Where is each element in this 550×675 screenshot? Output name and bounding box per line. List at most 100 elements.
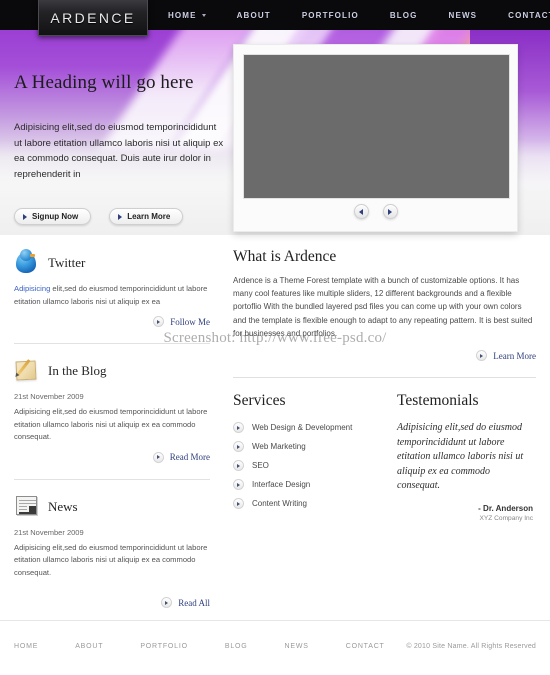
newspaper-icon <box>14 494 39 519</box>
logo-text: ARDENCE <box>50 9 136 26</box>
follow-me-link[interactable]: Follow Me <box>14 316 210 327</box>
blog-widget-header: In the Blog <box>14 356 210 386</box>
footer-link-blog[interactable]: BLOG <box>225 643 248 650</box>
service-item[interactable]: Web Design & Development <box>233 422 373 434</box>
blog-widget-title: In the Blog <box>48 363 107 378</box>
main-navigation: HOME ABOUT PORTFOLIO BLOG NEWS CONTACT <box>168 0 550 30</box>
nav-label-home: HOME <box>168 10 197 20</box>
chevron-down-icon <box>201 13 206 17</box>
arrow-right-icon <box>118 213 123 220</box>
news-widget-title: News <box>48 498 78 514</box>
slider-image-placeholder[interactable] <box>243 54 510 199</box>
arrow-left-icon <box>359 208 363 215</box>
slider-controls <box>234 204 517 219</box>
about-section: What is Ardence Ardence is a Theme Fores… <box>233 248 536 362</box>
blog-widget-date: 21st November 2009 <box>14 392 84 401</box>
divider <box>14 478 210 480</box>
service-item[interactable]: Web Marketing <box>233 441 373 453</box>
about-title: What is Ardence <box>233 248 337 265</box>
arrow-right-icon <box>233 422 244 434</box>
notepad-pencil-icon <box>14 358 39 384</box>
service-item-label: Interface Design <box>252 480 311 490</box>
twitter-inline-link[interactable]: Adipisicing <box>14 284 50 293</box>
sidebar-column: Twitter Adipisicing elit,sed do eiusmod … <box>14 248 210 618</box>
learn-more-label: Learn More <box>127 212 171 221</box>
signup-now-label: Signup Now <box>32 212 79 221</box>
testimonial-company: XYZ Company Inc <box>479 514 533 522</box>
arrow-right-icon <box>233 498 244 510</box>
service-item-label: Web Marketing <box>252 442 306 452</box>
twitter-widget-title: Twitter <box>48 255 86 270</box>
news-widget-header: News <box>14 492 210 522</box>
slider-next-button[interactable] <box>382 204 398 219</box>
about-learn-more-link[interactable]: Learn More <box>233 350 536 362</box>
arrow-right-icon <box>476 350 488 362</box>
news-read-all-link[interactable]: Read All <box>14 597 210 608</box>
blog-read-more-label: Read More <box>169 452 210 462</box>
hero-slider <box>233 44 518 232</box>
service-item[interactable]: Content Writing <box>233 498 373 510</box>
signup-now-button[interactable]: Signup Now <box>14 208 92 225</box>
footer-copyright: © 2010 Site Name. All Rights Reserved <box>406 643 536 650</box>
nav-item-news[interactable]: NEWS <box>449 11 478 20</box>
footer-navigation: HOME ABOUT PORTFOLIO BLOG NEWS CONTACT <box>14 643 422 650</box>
services-section: Services Web Design & Development Web Ma… <box>233 392 373 522</box>
nav-item-about[interactable]: ABOUT <box>237 11 271 20</box>
about-learn-more-label: Learn More <box>493 350 536 361</box>
nav-item-portfolio[interactable]: PORTFOLIO <box>302 11 359 20</box>
footer-link-portfolio[interactable]: PORTFOLIO <box>140 643 188 650</box>
arrow-right-icon <box>161 597 173 608</box>
arrow-right-icon <box>233 479 244 491</box>
site-logo[interactable]: ARDENCE <box>38 0 148 36</box>
testimonial-author: - Dr. Anderson <box>478 503 533 513</box>
testimonial-attribution: - Dr. Anderson XYZ Company Inc <box>397 504 533 522</box>
nav-item-blog[interactable]: BLOG <box>390 11 418 20</box>
nav-item-home[interactable]: HOME <box>168 11 206 20</box>
arrow-right-icon <box>233 460 244 472</box>
hero-paragraph: Adipisicing elit,sed do eiusmod temporin… <box>14 122 224 180</box>
learn-more-button[interactable]: Learn More <box>109 208 184 225</box>
testimonials-title: Testemonials <box>397 392 479 410</box>
twitter-widget: Twitter Adipisicing elit,sed do eiusmod … <box>14 248 210 337</box>
twitter-widget-text: Adipisicing elit,sed do eiusmod temporin… <box>14 283 210 308</box>
service-item-label: Content Writing <box>252 499 307 509</box>
arrow-right-icon <box>153 316 165 327</box>
twitter-bird-icon <box>14 248 39 276</box>
follow-me-label: Follow Me <box>170 316 210 327</box>
services-title: Services <box>233 392 286 410</box>
arrow-right-icon <box>233 441 244 453</box>
testimonial-quote: Adipisicing elit,sed do eiusmod temporin… <box>397 422 524 492</box>
blog-widget-text: Adipisicing elit,sed do eiusmod temporin… <box>14 407 208 441</box>
news-widget-date: 21st November 2009 <box>14 527 84 537</box>
service-item-label: Web Design & Development <box>252 423 353 433</box>
footer-link-about[interactable]: ABOUT <box>75 643 103 650</box>
arrow-right-icon <box>23 213 27 220</box>
footer-link-contact[interactable]: CONTACT <box>346 643 385 650</box>
hero-text-block: A Heading will go here Adipisicing elit,… <box>14 72 224 182</box>
service-item-label: SEO <box>252 461 269 471</box>
footer-link-home[interactable]: HOME <box>14 643 38 650</box>
news-widget: News 21st November 2009 Adipisicing elit… <box>14 492 210 619</box>
blog-widget: In the Blog 21st November 2009 Adipisici… <box>14 356 210 473</box>
service-item[interactable]: Interface Design <box>233 479 373 491</box>
slider-prev-button[interactable] <box>353 204 369 219</box>
arrow-right-icon <box>152 451 164 463</box>
footer-link-news[interactable]: NEWS <box>285 643 309 650</box>
blog-read-more-link[interactable]: Read More <box>14 451 210 463</box>
news-widget-text: Adipisicing elit,sed do eiusmod temporin… <box>14 542 208 577</box>
divider <box>14 343 210 344</box>
hero-cta-group: Signup Now Learn More <box>14 208 184 225</box>
service-item[interactable]: SEO <box>233 460 373 472</box>
arrow-right-icon <box>388 208 392 215</box>
hero-heading: A Heading will go here <box>14 72 194 93</box>
nav-item-contact[interactable]: CONTACT <box>508 11 550 20</box>
twitter-widget-header: Twitter <box>14 248 210 278</box>
news-read-all-label: Read All <box>178 597 210 608</box>
divider <box>233 377 536 379</box>
primary-column: What is Ardence Ardence is a Theme Fores… <box>233 248 536 522</box>
about-paragraph: Ardence is a Theme Forest template with … <box>233 276 533 338</box>
services-list: Web Design & Development Web Marketing S… <box>233 422 373 510</box>
page-footer: HOME ABOUT PORTFOLIO BLOG NEWS CONTACT ©… <box>0 620 550 675</box>
testimonials-section: Testemonials Adipisicing elit,sed do eiu… <box>397 392 533 522</box>
services-testimonials-row: Services Web Design & Development Web Ma… <box>233 392 536 522</box>
